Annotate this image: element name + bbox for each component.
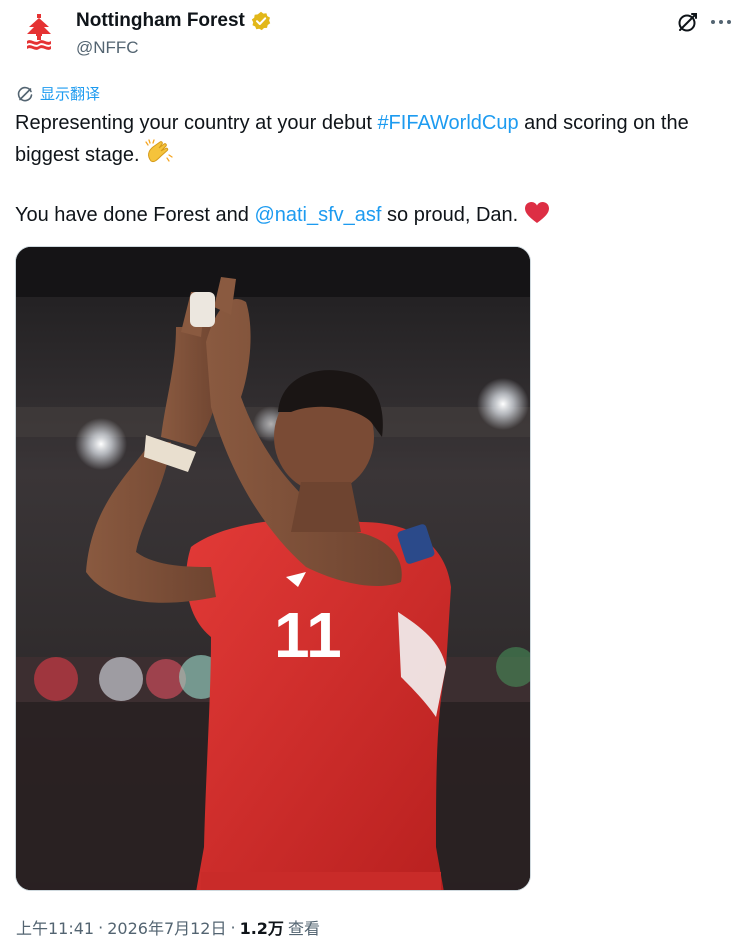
shirt-number: 11: [274, 599, 342, 671]
tweet-time[interactable]: 上午11:41: [16, 915, 94, 939]
views-label: 查看: [287, 919, 320, 938]
translate-label[interactable]: 显示翻译: [40, 83, 100, 104]
tweet-photo[interactable]: 11: [15, 246, 531, 891]
nottingham-forest-crest-icon[interactable]: [16, 10, 62, 56]
red-heart-emoji: [524, 201, 550, 225]
hashtag-link[interactable]: #FIFAWorldCup: [377, 112, 518, 134]
tweet-date[interactable]: 2026年7月12日: [107, 915, 226, 939]
more-horizontal-icon[interactable]: [709, 10, 733, 34]
verified-badge-icon[interactable]: [251, 11, 271, 31]
views-count[interactable]: 1.2万: [240, 915, 284, 939]
meta-separator: ·: [98, 917, 104, 937]
grok-icon[interactable]: [676, 10, 700, 34]
tweet-text-part: You have done Forest and: [15, 204, 255, 226]
tweet-text-part: Representing your country at your debut: [15, 112, 378, 134]
mention-link[interactable]: @nati_sfv_asf: [254, 204, 381, 226]
display-name[interactable]: Nottingham Forest: [76, 10, 245, 32]
tweet-text-part: so proud, Dan.: [381, 204, 524, 226]
show-translation-link[interactable]: 显示翻译: [16, 83, 100, 104]
tweet-line-2: You have done Forest and @nati_sfv_asf s…: [15, 200, 735, 231]
translate-icon: [16, 85, 34, 103]
tweet-line-1: Representing your country at your debut …: [15, 108, 735, 171]
meta-separator: ·: [230, 917, 236, 937]
tweet-meta: 上午11:41 · 2026年7月12日 · 1.2万 查看: [16, 915, 320, 939]
clapping-hands-emoji: [145, 139, 173, 163]
handle[interactable]: @NFFC: [76, 38, 139, 58]
tweet-text: Representing your country at your debut …: [15, 108, 735, 231]
display-name-row: Nottingham Forest: [76, 10, 271, 32]
tweet-header: Nottingham Forest @NFFC: [0, 0, 750, 70]
